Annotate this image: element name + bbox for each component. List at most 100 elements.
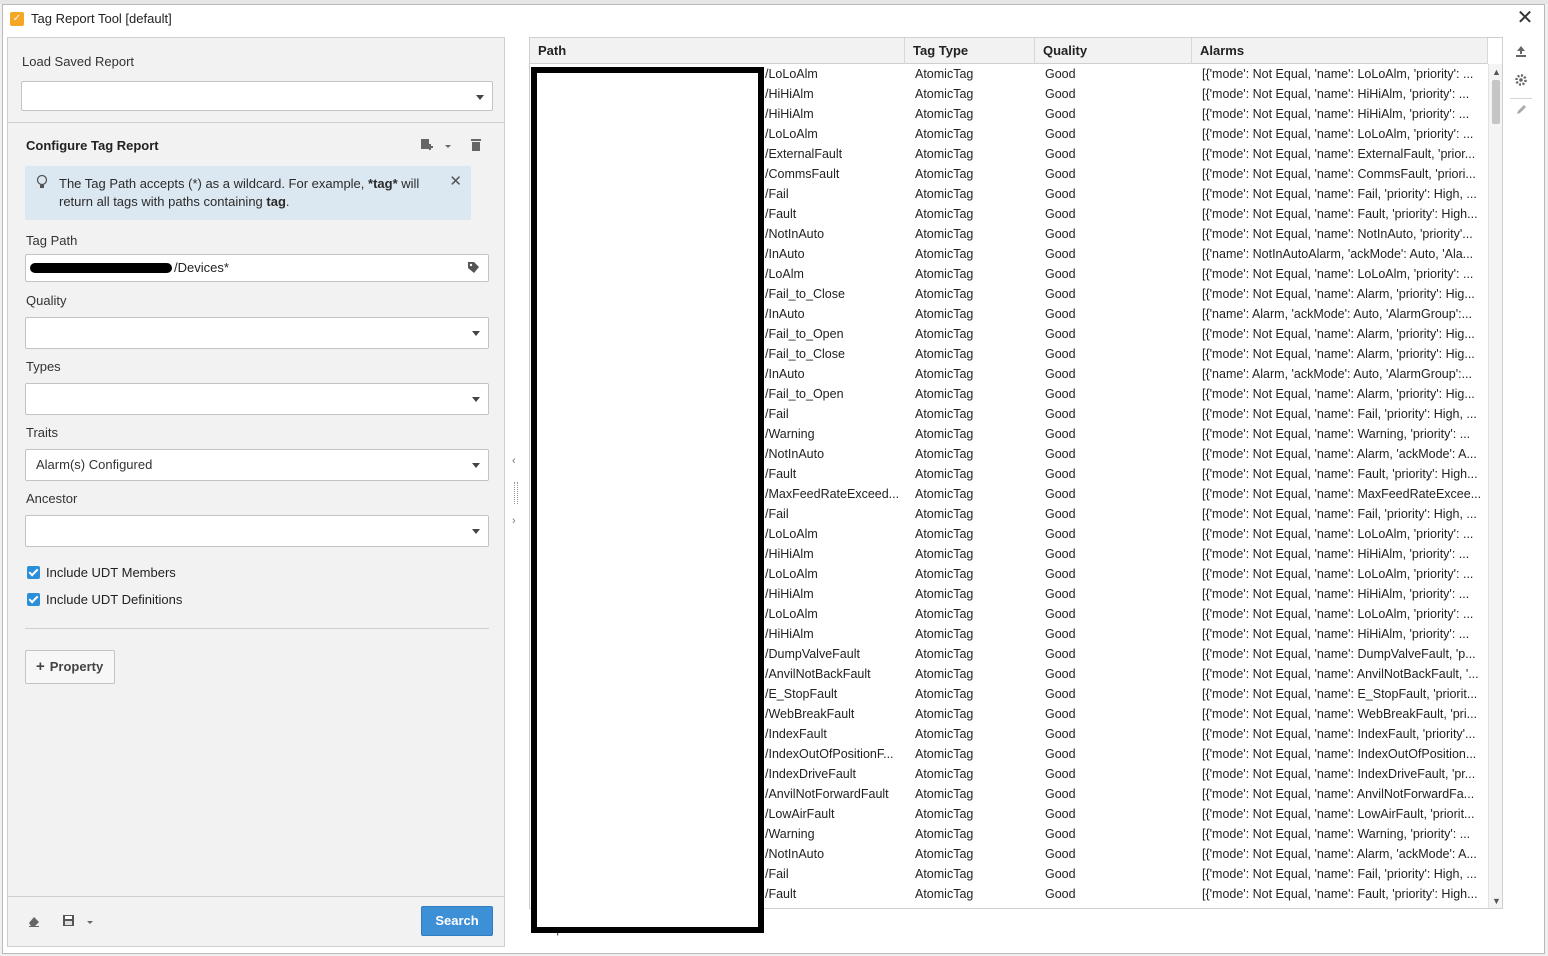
cell-alarms: [{'mode': Not Equal, 'name': Fault, 'pri… [1202, 887, 1478, 901]
cell-path: /Warning [765, 427, 815, 441]
collapse-left-icon[interactable]: ‹ [512, 455, 516, 467]
checkbox-checked[interactable] [27, 566, 40, 579]
checkbox-checked[interactable] [27, 593, 40, 606]
divider [8, 122, 504, 123]
save-icon[interactable] [60, 914, 76, 930]
cell-alarms: [{'mode': Not Equal, 'name': IndexDriveF… [1202, 767, 1476, 781]
chevron-down-icon [472, 463, 480, 468]
cell-quality: Good [1045, 327, 1076, 341]
cell-quality: Good [1045, 367, 1076, 381]
cell-alarms: [{'mode': Not Equal, 'name': E_StopFault… [1202, 687, 1478, 701]
cell-quality: Good [1045, 247, 1076, 261]
cell-quality: Good [1045, 427, 1076, 441]
tag-icon[interactable] [467, 261, 480, 274]
cell-alarms: [{'mode': Not Equal, 'name': MaxFeedRate… [1202, 487, 1482, 501]
traits-label: Traits [26, 425, 59, 440]
add-report-icon[interactable] [418, 138, 434, 154]
cell-alarms: [{'mode': Not Equal, 'name': Alarm, 'ack… [1202, 847, 1477, 861]
chevron-down-icon[interactable] [82, 914, 98, 930]
cell-tag-type: AtomicTag [915, 887, 974, 901]
window-title: Tag Report Tool [default] [31, 11, 172, 26]
cell-quality: Good [1045, 407, 1076, 421]
column-header-alarms[interactable]: Alarms [1192, 38, 1488, 64]
cell-path: /IndexDriveFault [765, 767, 857, 781]
cell-tag-type: AtomicTag [915, 787, 974, 801]
cell-quality: Good [1045, 307, 1076, 321]
cell-quality: Good [1045, 127, 1076, 141]
scrollbar-thumb[interactable] [1492, 80, 1500, 124]
cell-alarms: [{'mode': Not Equal, 'name': HiHiAlm, 'p… [1202, 87, 1470, 101]
cell-tag-type: AtomicTag [915, 847, 974, 861]
cell-alarms: [{'mode': Not Equal, 'name': Fail, 'prio… [1202, 507, 1477, 521]
traits-dropdown[interactable]: Alarm(s) Configured [25, 449, 489, 481]
column-header-path[interactable]: Path [530, 38, 905, 64]
cell-path: /InAuto [765, 247, 805, 261]
cell-quality: Good [1045, 827, 1076, 841]
types-dropdown[interactable] [25, 383, 489, 415]
redaction-mark [30, 263, 172, 273]
cell-alarms: [{'mode': Not Equal, 'name': HiHiAlm, 'p… [1202, 587, 1470, 601]
column-header-quality[interactable]: Quality [1035, 38, 1192, 64]
plus-icon: + [36, 658, 45, 675]
cell-tag-type: AtomicTag [915, 527, 974, 541]
quality-dropdown[interactable] [25, 317, 489, 349]
cell-path: /Fail [765, 867, 789, 881]
cell-path: /Fail_to_Open [765, 327, 844, 341]
tag-path-label: Tag Path [26, 233, 78, 248]
cell-tag-type: AtomicTag [915, 727, 974, 741]
scroll-down-icon[interactable]: ▼ [1492, 896, 1501, 906]
cell-tag-type: AtomicTag [915, 687, 974, 701]
cell-path: /CommsFault [765, 167, 840, 181]
export-icon[interactable] [1512, 45, 1530, 63]
load-saved-report-dropdown[interactable] [21, 81, 493, 111]
tag-path-input[interactable]: /Devices* [25, 254, 489, 282]
pencil-icon[interactable] [1512, 103, 1530, 121]
cell-tag-type: AtomicTag [915, 447, 974, 461]
scroll-up-icon[interactable]: ▲ [1492, 67, 1501, 77]
cell-tag-type: AtomicTag [915, 547, 974, 561]
expand-right-icon[interactable]: › [512, 515, 516, 527]
cell-tag-type: AtomicTag [915, 407, 974, 421]
search-button[interactable]: Search [421, 906, 493, 936]
cell-path: /NotInAuto [765, 847, 825, 861]
cell-path: /E_StopFault [765, 687, 838, 701]
cell-quality: Good [1045, 627, 1076, 641]
ancestor-dropdown[interactable] [25, 515, 489, 547]
cell-path: /IndexFault [765, 727, 827, 741]
chevron-down-icon[interactable] [440, 138, 456, 154]
gear-icon[interactable] [1512, 73, 1530, 91]
splitter-handle[interactable] [514, 482, 518, 504]
cell-quality: Good [1045, 347, 1076, 361]
cell-path: /NotInAuto [765, 227, 825, 241]
cell-quality: Good [1045, 107, 1076, 121]
delete-icon[interactable] [468, 138, 484, 154]
cell-tag-type: AtomicTag [915, 227, 974, 241]
eraser-icon[interactable] [26, 914, 42, 930]
close-icon[interactable]: ✕ [1514, 8, 1536, 30]
cell-tag-type: AtomicTag [915, 167, 974, 181]
info-message: The Tag Path accepts (*) as a wildcard. … [59, 176, 420, 209]
column-header-tag-type[interactable]: Tag Type [905, 38, 1035, 64]
cell-path: /HiHiAlm [765, 107, 814, 121]
cell-alarms: [{'mode': Not Equal, 'name': Fault, 'pri… [1202, 467, 1478, 481]
cell-quality: Good [1045, 847, 1076, 861]
configure-tag-report-title: Configure Tag Report [26, 138, 159, 153]
include-udt-members-checkbox[interactable]: Include UDT Members [27, 565, 176, 580]
add-property-button[interactable]: + Property [25, 650, 115, 684]
cell-path: /LoLoAlm [765, 607, 818, 621]
cell-tag-type: AtomicTag [915, 387, 974, 401]
cell-alarms: [{'mode': Not Equal, 'name': Alarm, 'pri… [1202, 327, 1475, 341]
include-udt-definitions-checkbox[interactable]: Include UDT Definitions [27, 592, 182, 607]
chevron-down-icon [476, 95, 484, 100]
vertical-scrollbar[interactable]: ▲ ▼ [1488, 64, 1502, 908]
cell-tag-type: AtomicTag [915, 707, 974, 721]
cell-alarms: [{'mode': Not Equal, 'name': Alarm, 'pri… [1202, 387, 1475, 401]
close-info-icon[interactable]: ✕ [449, 172, 462, 190]
cell-path: /Fault [765, 207, 797, 221]
cell-path: /HiHiAlm [765, 587, 814, 601]
cell-path: /DumpValveFault [765, 647, 860, 661]
cell-alarms: [{'mode': Not Equal, 'name': ExternalFau… [1202, 147, 1476, 161]
cell-alarms: [{'mode': Not Equal, 'name': LoLoAlm, 'p… [1202, 527, 1474, 541]
cell-quality: Good [1045, 867, 1076, 881]
divider [8, 896, 504, 897]
